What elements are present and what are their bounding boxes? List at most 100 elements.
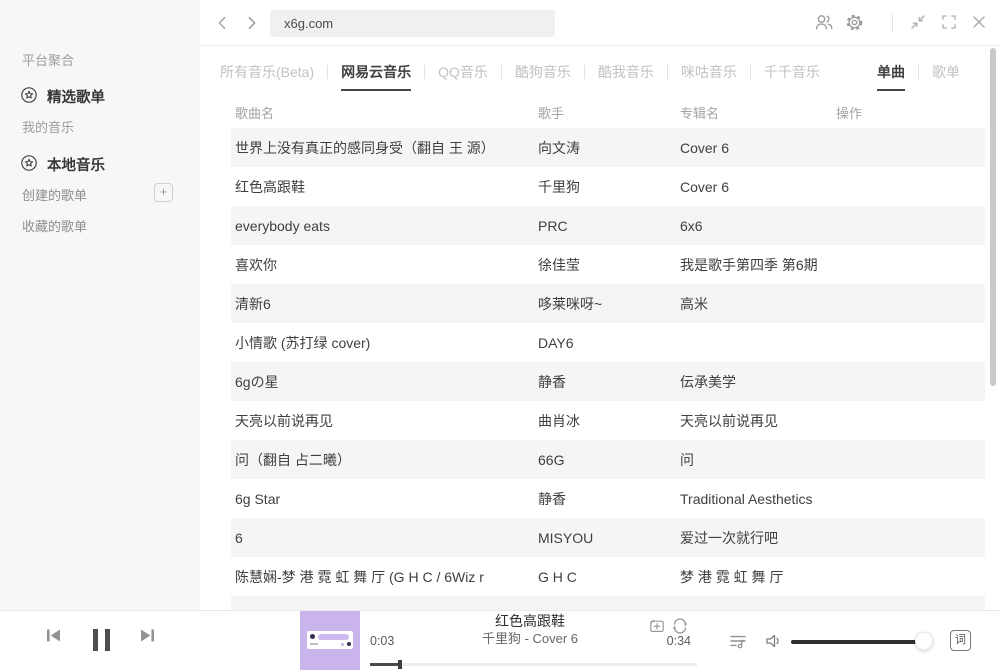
forward-icon[interactable] <box>242 14 260 32</box>
back-icon[interactable] <box>214 14 232 32</box>
fullscreen-icon[interactable] <box>940 13 960 33</box>
tab-divider <box>667 65 668 79</box>
users-icon[interactable] <box>814 13 834 33</box>
song-artist: 静香 <box>538 372 680 392</box>
song-name: 陈慧娴-梦 港 霓 虹 舞 厅 (G H C / 6Wiz r <box>231 567 538 587</box>
song-name: 清新6 <box>231 294 538 314</box>
table-row[interactable]: 小情歌 (苏打绿 cover) DAY6 <box>231 323 985 362</box>
table-row-partial[interactable] <box>231 596 985 610</box>
song-name: everybody eats <box>231 218 538 234</box>
song-album: 6x6 <box>680 218 836 234</box>
album-art[interactable] <box>300 611 360 670</box>
table-body: 世界上没有真正的感同身受（翻自 王 源） 向文涛 Cover 6 红色高跟鞋 千… <box>231 128 985 610</box>
mini-mode-icon[interactable] <box>909 13 929 33</box>
tab-netease[interactable]: 网易云音乐 <box>341 64 411 91</box>
table-row[interactable]: 世界上没有真正的感同身受（翻自 王 源） 向文涛 Cover 6 <box>231 128 985 167</box>
tab-divider <box>750 65 751 79</box>
close-icon[interactable] <box>970 13 990 33</box>
play-queue-icon[interactable] <box>729 632 747 655</box>
tab-divider <box>501 65 502 79</box>
search-input[interactable] <box>270 10 555 37</box>
tab-divider <box>918 65 919 79</box>
song-album: 高米 <box>680 294 836 314</box>
settings-gear-icon[interactable] <box>845 13 865 33</box>
tab-kuwo[interactable]: 酷我音乐 <box>598 64 654 91</box>
song-album: 我是歌手第四季 第6期 <box>680 255 836 275</box>
tab-qianqian[interactable]: 千千音乐 <box>764 64 820 91</box>
song-album: 爱过一次就行吧 <box>680 528 836 548</box>
volume-slider[interactable] <box>791 640 933 644</box>
source-tabs-bar: 所有音乐(Beta) 网易云音乐 QQ音乐 酷狗音乐 酷我音乐 咪咕音乐 千千音… <box>220 64 960 91</box>
song-artist: 千里狗 <box>538 177 680 197</box>
song-artist: PRC <box>538 218 680 234</box>
table-row[interactable]: 天亮以前说再见 曲肖冰 天亮以前说再见 <box>231 401 985 440</box>
sidebar-item-created-playlists[interactable]: 创建的歌单 <box>22 185 87 204</box>
song-artist: 静香 <box>538 489 680 509</box>
song-name: 天亮以前说再见 <box>231 411 538 431</box>
table-row[interactable]: 喜欢你 徐佳莹 我是歌手第四季 第6期 <box>231 245 985 284</box>
song-album: Cover 6 <box>680 179 836 195</box>
desktop-lyrics-toggle[interactable]: 词 <box>950 630 971 651</box>
table-row[interactable]: 6 MISYOU 爱过一次就行吧 <box>231 518 985 557</box>
song-album: Traditional Aesthetics <box>680 491 836 507</box>
table-row[interactable]: 陈慧娴-梦 港 霓 虹 舞 厅 (G H C / 6Wiz r G H C 梦 … <box>231 557 985 596</box>
sidebar-section-platform: 平台聚合 <box>22 50 74 69</box>
progress-bar[interactable] <box>370 663 697 666</box>
tab-migu[interactable]: 咪咕音乐 <box>681 64 737 91</box>
add-playlist-button[interactable]: + <box>154 183 173 202</box>
next-track-icon[interactable] <box>139 627 156 649</box>
sidebar-item-collected-playlists[interactable]: 收藏的歌单 <box>22 216 87 235</box>
top-bar <box>200 0 1000 46</box>
table-row[interactable]: 清新6 哆莱咪呀~ 高米 <box>231 284 985 323</box>
song-artist: MISYOU <box>538 530 680 546</box>
song-album: Cover 6 <box>680 140 836 156</box>
table-row[interactable]: 问（翻自 占二曦） 66G 问 <box>231 440 985 479</box>
tab-single-song[interactable]: 单曲 <box>877 64 905 91</box>
song-name: 小情歌 (苏打绿 cover) <box>231 333 538 353</box>
table-row[interactable]: everybody eats PRC 6x6 <box>231 206 985 245</box>
tab-qq-music[interactable]: QQ音乐 <box>438 64 488 91</box>
volume-icon[interactable] <box>764 632 783 655</box>
source-tabs: 所有音乐(Beta) 网易云音乐 QQ音乐 酷狗音乐 酷我音乐 咪咕音乐 千千音… <box>220 64 820 91</box>
song-artist: 曲肖冰 <box>538 411 680 431</box>
song-artist: 哆莱咪呀~ <box>538 294 680 314</box>
sidebar-section-my-music: 我的音乐 <box>22 117 74 136</box>
table-header: 歌曲名 歌手 专辑名 操作 <box>231 96 985 128</box>
total-duration: 0:34 <box>653 634 691 648</box>
song-album: 天亮以前说再见 <box>680 411 836 431</box>
column-header-artist: 歌手 <box>538 103 680 122</box>
sidebar-item-local-music[interactable]: 本地音乐 <box>0 152 200 176</box>
song-artist: G H C <box>538 569 680 585</box>
volume-knob[interactable] <box>915 632 933 650</box>
song-artist: 向文涛 <box>538 138 680 158</box>
tab-divider <box>424 65 425 79</box>
sidebar-item-featured-playlists[interactable]: 精选歌单 <box>0 84 200 108</box>
mode-tabs: 单曲 歌单 <box>877 64 960 91</box>
song-name: 红色高跟鞋 <box>231 177 538 197</box>
tab-all-music[interactable]: 所有音乐(Beta) <box>220 64 314 91</box>
song-name: 问（翻自 占二曦） <box>231 450 538 470</box>
song-name: 喜欢你 <box>231 255 538 275</box>
tab-kugou[interactable]: 酷狗音乐 <box>515 64 571 91</box>
table-row[interactable]: 红色高跟鞋 千里狗 Cover 6 <box>231 167 985 206</box>
song-name: 6gの星 <box>231 372 538 392</box>
song-table: 歌曲名 歌手 专辑名 操作 世界上没有真正的感同身受（翻自 王 源） 向文涛 C… <box>231 96 985 610</box>
now-playing-title: 红色高跟鞋 <box>410 614 650 629</box>
scrollbar-thumb[interactable] <box>990 48 996 386</box>
column-header-song: 歌曲名 <box>231 103 538 122</box>
table-row[interactable]: 6g Star 静香 Traditional Aesthetics <box>231 479 985 518</box>
table-row[interactable]: 6gの星 静香 伝承美学 <box>231 362 985 401</box>
album-art-detail <box>307 631 353 649</box>
song-name: 6g Star <box>231 491 538 507</box>
now-playing-artist-album: 千里狗 - Cover 6 <box>400 632 660 646</box>
star-badge-icon <box>20 154 38 177</box>
progress-handle[interactable] <box>398 660 402 669</box>
current-time: 0:03 <box>370 634 394 648</box>
song-album: 伝承美学 <box>680 372 836 392</box>
tab-divider <box>584 65 585 79</box>
tab-playlist[interactable]: 歌单 <box>932 64 960 91</box>
song-artist: 徐佳莹 <box>538 255 680 275</box>
sidebar-item-label: 精选歌单 <box>47 86 105 107</box>
pause-icon[interactable] <box>93 629 110 651</box>
previous-track-icon[interactable] <box>45 627 62 649</box>
